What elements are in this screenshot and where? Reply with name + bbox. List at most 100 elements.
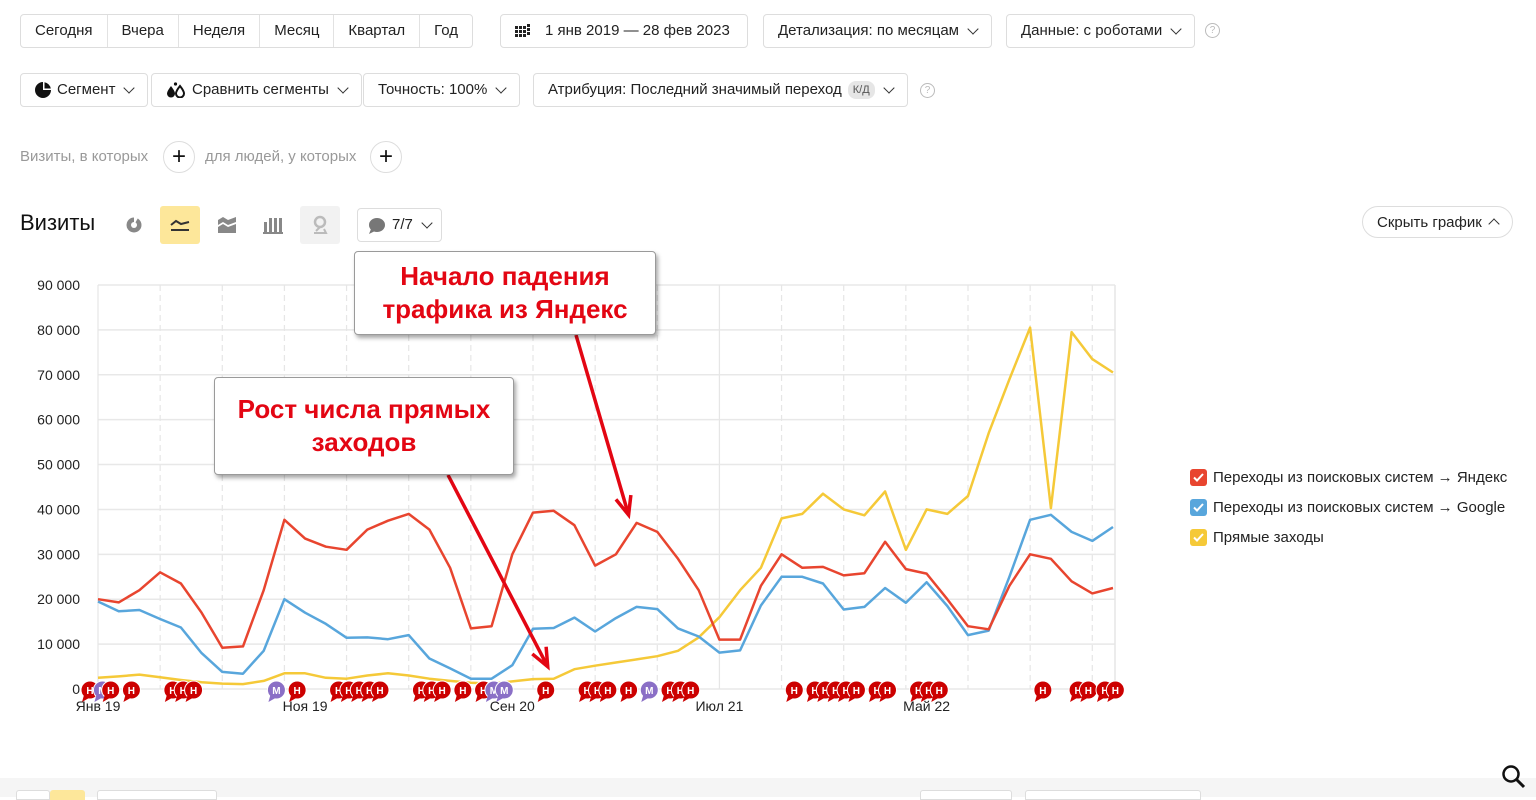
note-marker[interactable]: Н xyxy=(453,680,473,702)
y-tick-label: 80 000 xyxy=(37,322,80,338)
accuracy-label: Точность: 100% xyxy=(378,81,488,98)
marker-letter: Н xyxy=(791,686,798,697)
note-marker[interactable]: Н xyxy=(846,680,866,702)
note-marker[interactable]: Н xyxy=(432,680,452,702)
y-tick-label: 10 000 xyxy=(37,636,80,652)
chart-type-pie-button[interactable] xyxy=(114,206,154,244)
period-year-button[interactable]: Год xyxy=(420,15,472,47)
note-marker[interactable]: Н xyxy=(1033,680,1053,702)
chart-type-area-button[interactable] xyxy=(207,206,247,244)
legend-label: Переходы из поисковых систем → Яндекс xyxy=(1213,468,1508,486)
note-marker[interactable]: Н xyxy=(619,680,639,702)
metrika-note-marker[interactable]: М xyxy=(639,680,659,702)
speech-bubble-icon xyxy=(369,217,385,234)
search-icon[interactable] xyxy=(1500,763,1528,791)
marker-letter: Н xyxy=(604,686,611,697)
note-marker[interactable]: Н xyxy=(121,680,141,702)
attribution-dropdown[interactable]: Атрибуция: Последний значимый переход К/… xyxy=(533,73,908,107)
chart-type-bar-button[interactable] xyxy=(253,206,293,244)
series-line xyxy=(97,509,1114,649)
help-icon[interactable]: ? xyxy=(1205,23,1220,38)
checkbox-checked-icon[interactable] xyxy=(1190,468,1207,486)
notes-counter: 7/7 xyxy=(392,216,413,233)
segment-button[interactable]: Сегмент xyxy=(20,73,149,107)
y-tick-label: 0 xyxy=(72,681,80,697)
chart-legend: Переходы из поисковых систем → Яндекс Пе… xyxy=(1190,462,1507,552)
x-tick-label: Ноя 19 xyxy=(283,698,328,714)
area-chart-icon xyxy=(218,217,236,233)
note-marker[interactable]: Н xyxy=(184,680,204,702)
note-marker[interactable]: Н xyxy=(370,680,390,702)
hide-chart-button[interactable]: Скрыть график xyxy=(1362,206,1513,238)
accuracy-dropdown[interactable]: Точность: 100% xyxy=(363,73,521,107)
note-marker[interactable]: Н xyxy=(878,680,897,702)
chevron-up-icon xyxy=(1488,218,1500,230)
map-pin-icon xyxy=(313,215,328,234)
legend-label: Переходы из поисковых систем → Google xyxy=(1213,498,1506,516)
chart-type-line-button[interactable] xyxy=(160,206,200,244)
y-tick-label: 90 000 xyxy=(37,277,80,293)
period-today-button[interactable]: Сегодня xyxy=(21,15,108,47)
legend-item-direct[interactable]: Прямые заходы xyxy=(1190,522,1507,552)
help-icon[interactable]: ? xyxy=(920,83,935,98)
marker-letter: Н xyxy=(853,686,860,697)
date-range-button[interactable]: 1 янв 2019 — 28 фев 2023 xyxy=(500,14,748,48)
note-marker[interactable]: Н xyxy=(1105,680,1125,702)
note-marker[interactable]: Н xyxy=(784,680,804,702)
note-marker[interactable]: Н xyxy=(598,680,618,702)
data-dropdown-label: Данные: с роботами xyxy=(1021,22,1163,39)
legend-label: Прямые заходы xyxy=(1213,528,1324,546)
period-quarter-button[interactable]: Квартал xyxy=(334,15,421,47)
y-tick-label: 50 000 xyxy=(37,457,80,473)
hide-chart-label: Скрыть график xyxy=(1377,213,1482,231)
y-tick-label: 20 000 xyxy=(37,591,80,607)
y-tick-label: 40 000 xyxy=(37,501,80,517)
toolbar-dropdown[interactable] xyxy=(1025,790,1201,800)
add-visit-condition-button[interactable]: + xyxy=(163,141,195,173)
compare-segments-button[interactable]: Сравнить сегменты xyxy=(151,73,362,107)
period-week-button[interactable]: Неделя xyxy=(179,15,261,47)
note-marker[interactable]: Н xyxy=(1078,680,1098,702)
series-line xyxy=(97,513,1114,680)
toolbar-button-active[interactable] xyxy=(50,790,85,800)
legend-item-yandex[interactable]: Переходы из поисковых систем → Яндекс xyxy=(1190,462,1507,492)
compare-segments-label: Сравнить сегменты xyxy=(192,81,329,98)
marker-letter: Н xyxy=(625,686,632,697)
notes-dropdown[interactable]: 7/7 xyxy=(357,208,442,242)
marker-letter: М xyxy=(500,686,508,697)
drops-icon xyxy=(167,82,186,98)
chevron-down-icon xyxy=(495,81,508,94)
x-tick-label: Сен 20 xyxy=(490,698,535,714)
marker-letter: Н xyxy=(1085,686,1092,697)
marker-letter: М xyxy=(272,686,280,697)
marker-letter: Н xyxy=(1112,686,1119,697)
chevron-down-icon xyxy=(123,81,136,94)
checkbox-checked-icon[interactable] xyxy=(1190,498,1207,516)
toolbar-button[interactable] xyxy=(920,790,1012,800)
attribution-label: Атрибуция: Последний значимый переход xyxy=(548,81,842,98)
callout-yandex-drop: Начало падения трафика из Яндекс xyxy=(354,251,656,335)
toolbar-button[interactable] xyxy=(16,790,50,800)
report-title: Визиты xyxy=(20,210,96,235)
toolbar-dropdown[interactable] xyxy=(97,790,217,800)
segment-label: Сегмент xyxy=(57,81,116,98)
chart-type-map-button[interactable] xyxy=(300,206,340,244)
arrow-shaft xyxy=(574,334,631,516)
period-yesterday-button[interactable]: Вчера xyxy=(108,15,179,47)
marker-letter: Н xyxy=(687,686,694,697)
marker-letter: Н xyxy=(439,686,446,697)
marker-letter: М xyxy=(645,686,653,697)
chevron-down-icon xyxy=(337,81,349,94)
visits-filter-label: Визиты, в которых xyxy=(20,148,149,165)
checkbox-checked-icon[interactable] xyxy=(1190,528,1207,546)
marker-letter: Н xyxy=(376,686,383,697)
marker-letter: Н xyxy=(884,686,891,697)
legend-item-google[interactable]: Переходы из поисковых систем → Google xyxy=(1190,492,1507,522)
detail-dropdown[interactable]: Детализация: по месяцам xyxy=(763,14,992,48)
note-marker[interactable]: Н xyxy=(536,680,556,702)
marker-letter: Н xyxy=(1039,686,1046,697)
x-tick-label: Июл 21 xyxy=(695,698,743,714)
data-dropdown[interactable]: Данные: с роботами xyxy=(1006,14,1196,48)
period-month-button[interactable]: Месяц xyxy=(260,15,335,47)
add-people-condition-button[interactable]: + xyxy=(370,141,402,173)
